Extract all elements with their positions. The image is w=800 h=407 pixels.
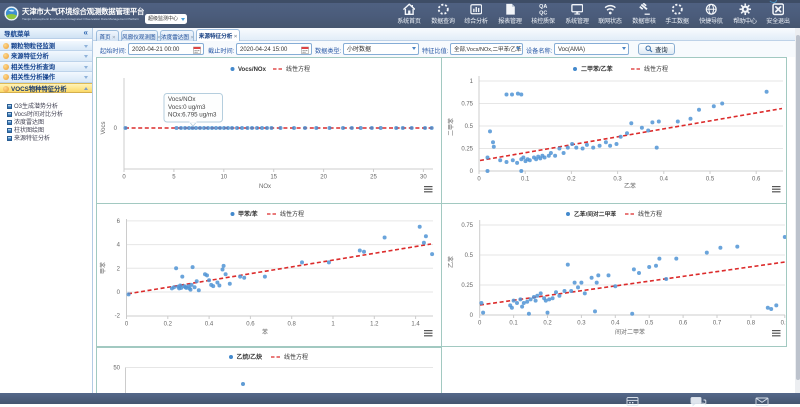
svg-text:15: 15: [270, 172, 277, 181]
svg-text:0.2: 0.2: [567, 174, 576, 183]
svg-text:二甲苯: 二甲苯: [446, 118, 455, 136]
svg-text:50: 50: [113, 363, 120, 372]
svg-text:0: 0: [470, 310, 474, 319]
svg-text:间对二甲苯: 间对二甲苯: [615, 327, 645, 336]
svg-text:0.25: 0.25: [461, 280, 473, 289]
svg-text:0: 0: [478, 318, 482, 327]
svg-text:0: 0: [122, 172, 126, 181]
svg-text:0.6: 0.6: [246, 319, 255, 328]
svg-text:0.75: 0.75: [461, 99, 473, 108]
svg-text:乙苯/间对二甲苯: 乙苯/间对二甲苯: [574, 209, 616, 218]
svg-text:线性方程: 线性方程: [284, 352, 308, 361]
svg-text:1: 1: [470, 76, 474, 85]
svg-text:线性方程: 线性方程: [286, 64, 310, 73]
svg-text:0.5: 0.5: [465, 250, 474, 259]
svg-text:0.1: 0.1: [521, 174, 530, 183]
svg-text:Vocs/NOx: Vocs/NOx: [238, 64, 267, 73]
svg-text:0.3: 0.3: [577, 318, 586, 327]
svg-text:25: 25: [370, 172, 377, 181]
svg-text:线性方程: 线性方程: [280, 209, 304, 218]
svg-text:0.5: 0.5: [645, 318, 654, 327]
svg-text:20: 20: [320, 172, 327, 181]
svg-text:乙苯: 乙苯: [446, 256, 455, 268]
svg-text:NOx:6.795 ug/m3: NOx:6.795 ug/m3: [168, 110, 217, 119]
svg-text:线性方程: 线性方程: [638, 209, 662, 218]
svg-text:-2: -2: [115, 311, 121, 320]
svg-text:6: 6: [117, 216, 121, 225]
svg-text:1: 1: [331, 319, 335, 328]
svg-text:2: 2: [117, 263, 121, 272]
svg-text:乙苯: 乙苯: [624, 181, 636, 190]
svg-text:0.3: 0.3: [613, 174, 622, 183]
svg-text:0.6: 0.6: [679, 318, 688, 327]
svg-text:1.2: 1.2: [370, 319, 379, 328]
svg-text:苯: 苯: [262, 327, 268, 336]
svg-text:0.1: 0.1: [509, 318, 518, 327]
svg-text:0: 0: [117, 287, 121, 296]
svg-text:0.8: 0.8: [288, 319, 297, 328]
svg-text:10: 10: [220, 172, 227, 181]
svg-text:0.2: 0.2: [543, 318, 552, 327]
svg-text:1.4: 1.4: [411, 319, 420, 328]
svg-text:4: 4: [117, 240, 121, 249]
svg-text:甲苯: 甲苯: [98, 262, 107, 274]
svg-text:0: 0: [114, 123, 118, 132]
svg-text:线性方程: 线性方程: [644, 64, 668, 73]
svg-text:0.6: 0.6: [752, 174, 761, 183]
svg-text:0.2: 0.2: [164, 319, 173, 328]
svg-text:0.7: 0.7: [713, 318, 722, 327]
svg-text:QC: QC: [539, 8, 547, 15]
svg-text:NOx: NOx: [259, 181, 271, 190]
svg-text:0.5: 0.5: [706, 174, 715, 183]
svg-text:二甲苯/乙苯: 二甲苯/乙苯: [581, 64, 614, 73]
svg-text:0: 0: [477, 174, 481, 183]
svg-text:0.25: 0.25: [461, 144, 473, 153]
svg-text:0.9: 0.9: [781, 318, 786, 327]
svg-text:30: 30: [420, 172, 427, 181]
svg-text:0.75: 0.75: [461, 220, 473, 229]
svg-text:甲苯/苯: 甲苯/苯: [238, 209, 259, 218]
svg-text:Vocs: Vocs: [98, 121, 107, 134]
svg-text:0.4: 0.4: [205, 319, 214, 328]
svg-text:0: 0: [470, 166, 474, 175]
svg-text:0.8: 0.8: [747, 318, 756, 327]
svg-text:0: 0: [125, 319, 129, 328]
svg-text:0.5: 0.5: [465, 121, 474, 130]
svg-text:0.4: 0.4: [611, 318, 620, 327]
svg-text:5: 5: [172, 172, 176, 181]
svg-text:乙烷/乙炔: 乙烷/乙炔: [237, 352, 263, 361]
svg-text:0.4: 0.4: [660, 174, 669, 183]
